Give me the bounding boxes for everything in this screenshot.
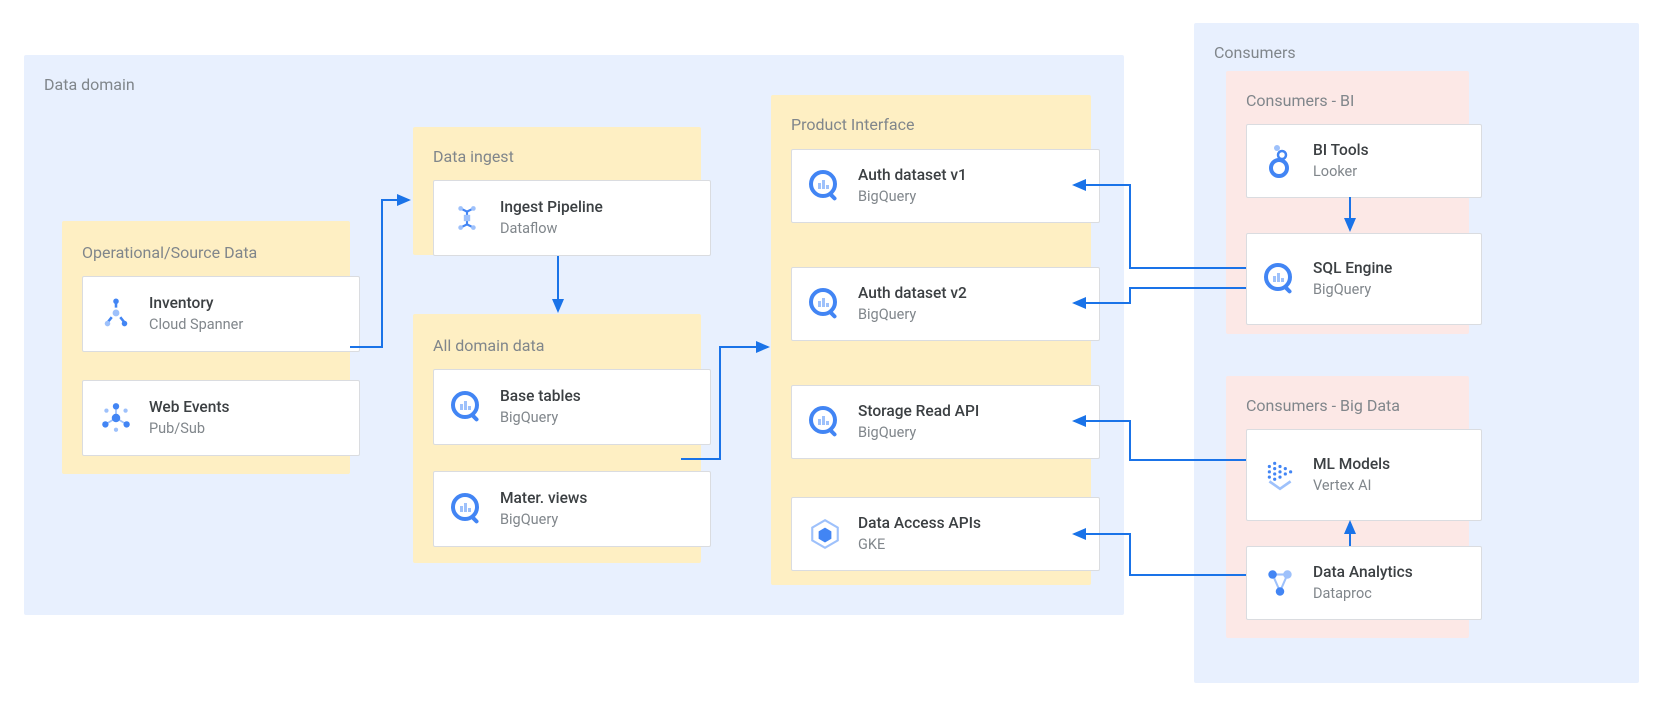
dataflow-icon <box>448 199 486 237</box>
consumers-bi-title: Consumers - BI <box>1246 91 1354 110</box>
card-base-tables: Base tables BigQuery <box>433 369 711 445</box>
source-data-title: Operational/Source Data <box>82 243 257 262</box>
card-subtitle: GKE <box>858 536 981 554</box>
consumers-title: Consumers <box>1214 43 1296 62</box>
card-subtitle: BigQuery <box>858 424 979 442</box>
card-title: Auth dataset v2 <box>858 284 967 303</box>
card-storage-read: Storage Read API BigQuery <box>791 385 1100 459</box>
card-inventory: Inventory Cloud Spanner <box>82 276 360 352</box>
cloud-spanner-icon <box>97 295 135 333</box>
card-title: Auth dataset v1 <box>858 166 967 185</box>
card-title: Ingest Pipeline <box>500 198 603 217</box>
bigquery-icon <box>448 490 486 528</box>
card-title: Data Analytics <box>1313 563 1413 582</box>
data-domain-title: Data domain <box>44 75 135 94</box>
card-ml-models: ML Models Vertex AI <box>1246 429 1482 521</box>
card-data-access-apis: Data Access APIs GKE <box>791 497 1100 571</box>
dataproc-icon <box>1261 564 1299 602</box>
card-web-events: Web Events Pub/Sub <box>82 380 360 456</box>
card-title: Base tables <box>500 387 581 406</box>
card-auth-v2: Auth dataset v2 BigQuery <box>791 267 1100 341</box>
card-subtitle: BigQuery <box>500 511 587 529</box>
card-subtitle: Cloud Spanner <box>149 316 243 334</box>
card-subtitle: Looker <box>1313 163 1369 181</box>
card-subtitle: Dataproc <box>1313 585 1413 603</box>
card-title: Web Events <box>149 398 230 417</box>
card-data-analytics: Data Analytics Dataproc <box>1246 546 1482 620</box>
card-title: Data Access APIs <box>858 514 981 533</box>
card-subtitle: Pub/Sub <box>149 420 230 438</box>
card-mater-views: Mater. views BigQuery <box>433 471 711 547</box>
card-title: SQL Engine <box>1313 259 1392 278</box>
bigquery-icon <box>448 388 486 426</box>
bigquery-icon <box>806 403 844 441</box>
card-auth-v1: Auth dataset v1 BigQuery <box>791 149 1100 223</box>
card-subtitle: BigQuery <box>1313 281 1392 299</box>
card-subtitle: BigQuery <box>858 188 967 206</box>
bigquery-icon <box>1261 260 1299 298</box>
data-ingest-title: Data ingest <box>433 147 514 166</box>
card-subtitle: BigQuery <box>858 306 967 324</box>
card-ingest-pipeline: Ingest Pipeline Dataflow <box>433 180 711 256</box>
card-title: Mater. views <box>500 489 587 508</box>
card-title: Inventory <box>149 294 243 313</box>
bigquery-icon <box>806 167 844 205</box>
card-subtitle: Dataflow <box>500 220 603 238</box>
card-bi-tools: BI Tools Looker <box>1246 124 1482 198</box>
pubsub-icon <box>97 399 135 437</box>
card-sql-engine: SQL Engine BigQuery <box>1246 233 1482 325</box>
card-subtitle: Vertex AI <box>1313 477 1390 495</box>
vertex-ai-icon <box>1261 456 1299 494</box>
all-domain-data-title: All domain data <box>433 336 544 355</box>
product-interface-title: Product Interface <box>791 115 914 134</box>
diagram-stage: Data domain Consumers Operational/Source… <box>0 0 1664 716</box>
card-title: ML Models <box>1313 455 1390 474</box>
looker-icon <box>1261 142 1299 180</box>
consumers-bigdata-title: Consumers - Big Data <box>1246 396 1400 415</box>
card-title: Storage Read API <box>858 402 979 421</box>
card-title: BI Tools <box>1313 141 1369 160</box>
card-subtitle: BigQuery <box>500 409 581 427</box>
bigquery-icon <box>806 285 844 323</box>
gke-icon <box>806 515 844 553</box>
